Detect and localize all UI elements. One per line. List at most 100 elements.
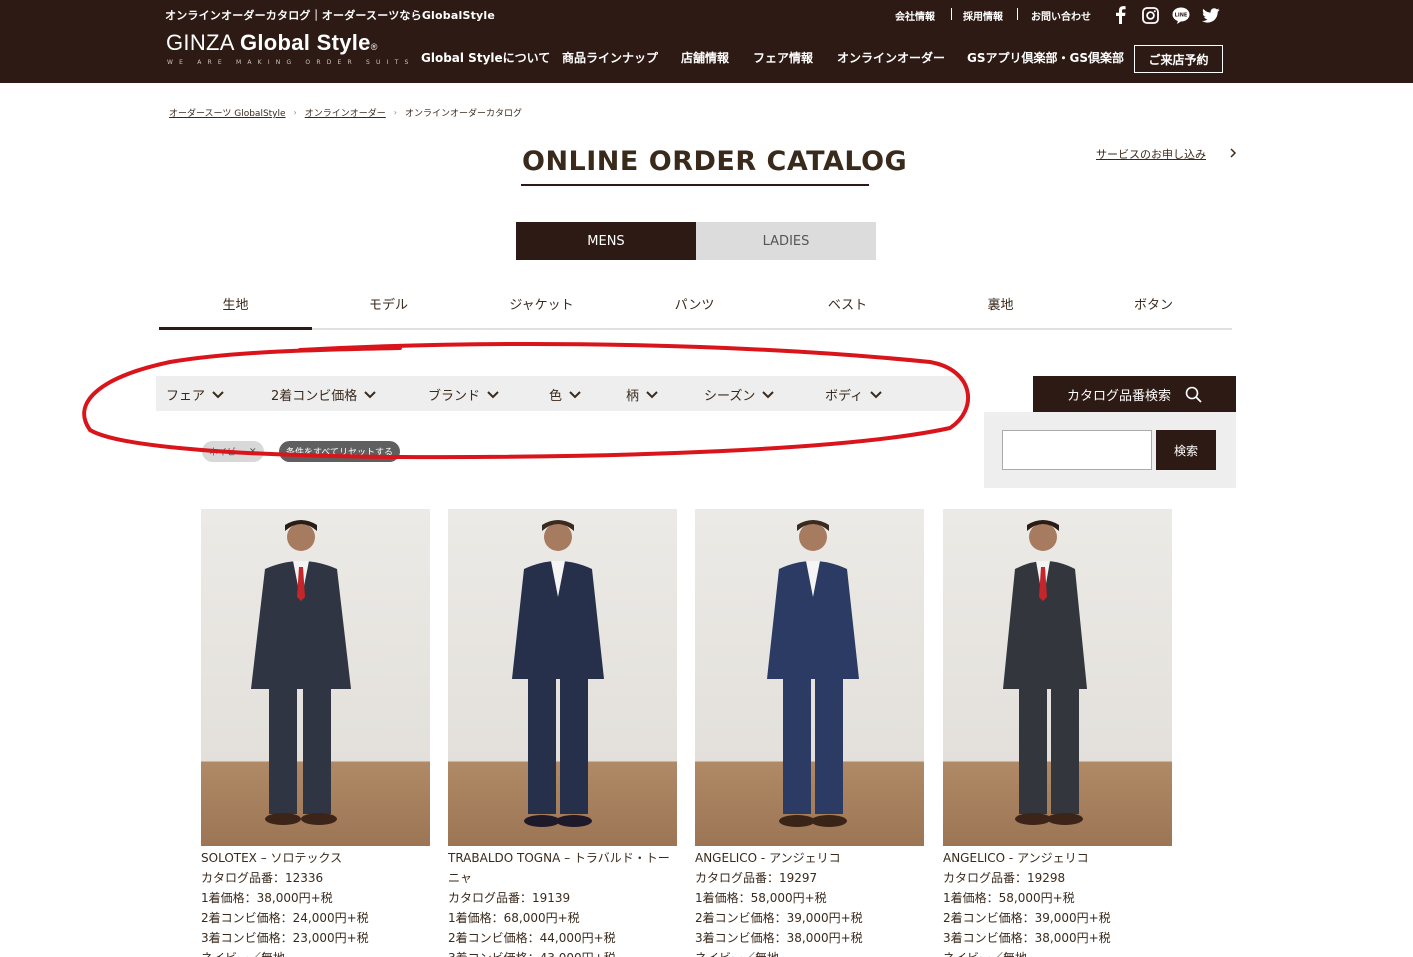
product-photo[interactable] <box>448 509 677 846</box>
catalog-number-input[interactable] <box>1002 430 1152 470</box>
service-apply-link[interactable]: サービスのお申し込み <box>1096 146 1206 162</box>
nav-lineup[interactable]: 商品ラインナップ <box>562 49 658 66</box>
facebook-icon[interactable] <box>1111 6 1129 24</box>
util-link-recruit[interactable]: 採用情報 <box>963 8 1003 23</box>
filter-color[interactable]: 色 <box>549 385 582 404</box>
product-photo[interactable] <box>695 509 924 846</box>
nav-about[interactable]: Global Styleについて <box>421 49 550 66</box>
filter-pattern[interactable]: 柄 <box>626 385 659 404</box>
product-color-pattern: ネイビー／無地 <box>201 948 430 957</box>
chevron-down-icon <box>762 391 775 399</box>
chip-label: ネイビー <box>209 448 246 458</box>
chevron-down-icon <box>870 391 882 399</box>
breadcrumb-home[interactable]: オーダースーツ GlobalStyle <box>169 106 286 119</box>
product-catalog-number: カタログ品番：12336 <box>201 871 324 885</box>
product-price-two: 2着コンビ価格：39,000円+税 <box>695 911 863 925</box>
breadcrumb: オーダースーツ GlobalStyle › オンラインオーダー › オンラインオ… <box>169 106 522 119</box>
search-button[interactable]: 検索 <box>1156 430 1216 470</box>
nav-fair[interactable]: フェア情報 <box>753 49 813 66</box>
filter-label: フェア <box>166 389 206 404</box>
product-catalog-number: カタログ品番：19297 <box>695 871 818 885</box>
product-photo[interactable] <box>943 509 1172 846</box>
product-price-single: 1着価格：58,000円+税 <box>943 891 1075 905</box>
product-price-two: 2着コンビ価格：24,000円+税 <box>201 911 369 925</box>
twitter-icon[interactable] <box>1202 6 1220 24</box>
category-tabs-rule <box>159 328 1232 330</box>
product-price-three: 3着コンビ価格：23,000円+税 <box>201 931 369 945</box>
util-link-company[interactable]: 会社情報 <box>895 8 935 23</box>
filter-label: 柄 <box>626 389 640 404</box>
chevron-down-icon <box>569 391 581 399</box>
product-card[interactable]: TRABALDO TOGNA – トラバルド・トーニャ カタログ品番：19139… <box>448 509 677 957</box>
product-price-two: 2着コンビ価格：44,000円+税 <box>448 931 616 945</box>
breadcrumb-current: オンラインオーダーカタログ <box>404 109 522 119</box>
filter-label: 2着コンビ価格 <box>271 389 358 404</box>
instagram-icon[interactable] <box>1141 6 1159 24</box>
svg-text:LINE: LINE <box>1175 12 1188 18</box>
category-tab-active-indicator <box>159 327 312 330</box>
filter-label: シーズン <box>704 389 756 404</box>
filter-label: ボディ <box>825 389 864 404</box>
reserve-button[interactable]: ご来店予約 <box>1134 45 1223 73</box>
page-title: ONLINE ORDER CATALOG <box>522 146 908 177</box>
suit-model-image <box>767 520 859 827</box>
product-card[interactable]: ANGELICO - アンジェリコ カタログ品番：19298 1着価格：58,0… <box>943 509 1172 957</box>
category-tab-lining[interactable]: 裏地 <box>924 294 1077 313</box>
product-catalog-number: カタログ品番：19139 <box>448 891 571 905</box>
product-card[interactable]: ANGELICO - アンジェリコ カタログ品番：19297 1着価格：58,0… <box>695 509 924 957</box>
filter-body[interactable]: ボディ <box>825 385 883 404</box>
product-price-three: 3着コンビ価格：38,000円+税 <box>943 931 1111 945</box>
category-tab-model[interactable]: モデル <box>312 294 465 313</box>
category-tab-jacket[interactable]: ジャケット <box>465 294 618 313</box>
category-tab-vest[interactable]: ベスト <box>771 294 924 313</box>
filter-fair[interactable]: フェア <box>166 385 225 404</box>
filter-season[interactable]: シーズン <box>704 385 775 404</box>
close-icon[interactable]: ✕ <box>249 447 257 457</box>
nav-online-order[interactable]: オンラインオーダー <box>837 49 945 66</box>
active-filter-chip[interactable]: ネイビー ✕ <box>202 441 264 462</box>
util-link-contact[interactable]: お問い合わせ <box>1031 8 1091 23</box>
logo-subtitle: WE ARE MAKING ORDER SUITS <box>167 59 415 66</box>
logo-brand: Global Style <box>239 30 371 55</box>
product-catalog-number: カタログ品番：19298 <box>943 871 1066 885</box>
util-divider <box>1017 8 1018 20</box>
tab-mens[interactable]: MENS <box>516 222 696 260</box>
breadcrumb-online-order[interactable]: オンラインオーダー <box>305 106 386 119</box>
category-tab-fabric[interactable]: 生地 <box>159 294 312 313</box>
product-name[interactable]: ANGELICO - アンジェリコ <box>695 848 924 868</box>
header-tagline: オンラインオーダーカタログ｜オーダースーツならGlobalStyle <box>165 9 496 22</box>
product-name[interactable]: ANGELICO - アンジェリコ <box>943 848 1172 868</box>
tab-ladies[interactable]: LADIES <box>696 222 876 260</box>
product-price-single: 1着価格：38,000円+税 <box>201 891 333 905</box>
nav-gs-club[interactable]: GSアプリ倶楽部・GS倶楽部 <box>967 49 1124 66</box>
filter-brand[interactable]: ブランド <box>428 385 500 404</box>
suit-model-image <box>512 520 604 827</box>
category-tab-pants[interactable]: パンツ <box>618 294 771 313</box>
product-price-single: 1着価格：58,000円+税 <box>695 891 827 905</box>
search-icon <box>1185 386 1202 403</box>
site-header: オンラインオーダーカタログ｜オーダースーツならGlobalStyle GINZA… <box>0 0 1413 83</box>
product-color-pattern: ネイビー／無地 <box>943 948 1172 957</box>
nav-stores[interactable]: 店舗情報 <box>681 49 729 66</box>
product-card[interactable]: SOLOTEX – ソロテックス カタログ品番：12336 1着価格：38,00… <box>201 509 430 957</box>
breadcrumb-separator: › <box>293 108 297 117</box>
site-logo[interactable]: GINZA Global Style® <box>166 30 378 56</box>
suit-model-image <box>1003 520 1087 825</box>
product-photo[interactable] <box>201 509 430 846</box>
product-name[interactable]: TRABALDO TOGNA – トラバルド・トーニャ <box>448 848 677 888</box>
suit-model-image <box>251 520 351 825</box>
filter-combi-price[interactable]: 2着コンビ価格 <box>271 385 377 404</box>
title-underline <box>521 184 869 186</box>
reset-filters-button[interactable]: 条件をすべてリセットする <box>279 441 401 462</box>
filter-label: 色 <box>549 389 563 404</box>
product-price-single: 1着価格：68,000円+税 <box>448 911 580 925</box>
logo-ginza: GINZA <box>166 30 234 55</box>
chevron-down-icon <box>364 391 376 399</box>
chevron-right-icon <box>1230 148 1237 158</box>
category-tab-button[interactable]: ボタン <box>1077 294 1230 313</box>
line-icon[interactable]: LINE <box>1172 6 1190 24</box>
product-price-three: 3着コンビ価格：43,000円+税 <box>448 948 677 957</box>
logo-mark: ® <box>370 42 378 52</box>
product-name[interactable]: SOLOTEX – ソロテックス <box>201 848 430 868</box>
product-color-pattern: ネイビー／無地 <box>695 948 924 957</box>
